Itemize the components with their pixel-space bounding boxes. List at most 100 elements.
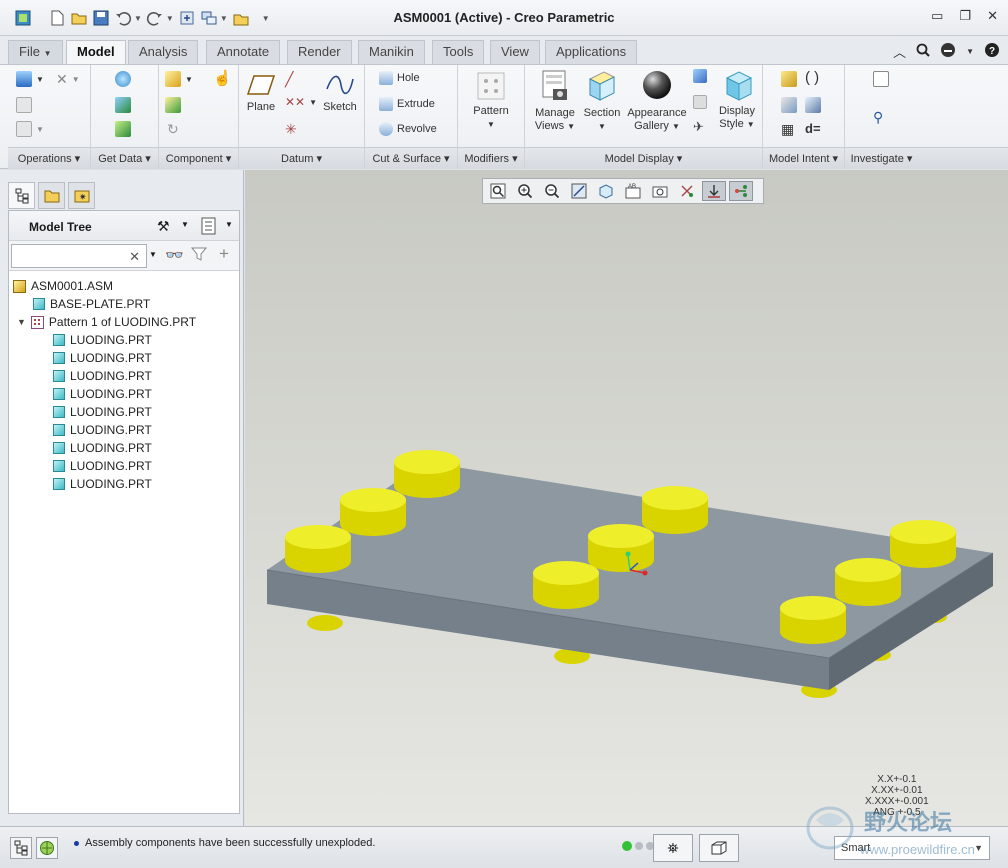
appearance-gallery-button[interactable]: Appearance Gallery ▼ xyxy=(625,69,689,133)
find-binoculars-icon[interactable]: 👓 xyxy=(165,246,184,264)
tab-folder-browser[interactable] xyxy=(38,182,65,209)
assembly-model[interactable] xyxy=(245,170,1008,826)
pattern-button[interactable]: Pattern ▼ xyxy=(468,71,514,131)
toggle-browser-button[interactable] xyxy=(36,837,58,859)
toggle-navigator-button[interactable] xyxy=(10,837,32,859)
find-button[interactable]: ⛯ xyxy=(653,834,693,862)
copy-geometry-button[interactable] xyxy=(115,97,131,113)
cylinder[interactable] xyxy=(835,558,901,606)
tree-node-luoding[interactable]: LUODING.PRT xyxy=(53,457,152,475)
restore-icon[interactable]: ❐ xyxy=(959,8,971,24)
copy-button[interactable] xyxy=(16,97,32,113)
tree-node-luoding[interactable]: LUODING.PRT xyxy=(53,367,152,385)
tab-tools[interactable]: Tools xyxy=(432,40,485,64)
cylinder[interactable] xyxy=(285,525,351,573)
tree-node-luoding[interactable]: LUODING.PRT xyxy=(53,439,152,457)
tab-model-tree[interactable] xyxy=(8,182,35,209)
tree-node-luoding[interactable]: LUODING.PRT xyxy=(53,349,152,367)
select-box-button[interactable] xyxy=(699,834,739,862)
cylinder[interactable] xyxy=(890,520,956,568)
open-icon[interactable] xyxy=(70,9,88,27)
tree-node-luoding[interactable]: LUODING.PRT xyxy=(53,475,152,493)
point-button[interactable]: ✕✕ ▼ xyxy=(285,95,317,109)
drag-components-button[interactable]: ☝ xyxy=(213,69,232,87)
family-table-button[interactable] xyxy=(781,71,797,87)
close-window-icon[interactable] xyxy=(232,9,250,27)
zoom-region-button[interactable] xyxy=(693,69,707,83)
group-label-model-display[interactable]: Model Display ▾ xyxy=(525,147,762,169)
tree-node-base-plate[interactable]: BASE-PLATE.PRT xyxy=(33,295,150,313)
tree-node-luoding[interactable]: LUODING.PRT xyxy=(53,385,152,403)
extrude-button[interactable]: Extrude xyxy=(379,97,435,111)
cylinder[interactable] xyxy=(394,450,460,498)
assemble-button[interactable]: ▼ xyxy=(165,71,193,87)
repeat-button[interactable]: ↻ xyxy=(167,121,179,138)
group-label-cut-surface[interactable]: Cut & Surface ▾ xyxy=(365,147,457,169)
save-icon[interactable] xyxy=(92,9,110,27)
app-logo-icon[interactable] xyxy=(14,9,32,27)
group-label-component[interactable]: Component ▾ xyxy=(159,147,238,169)
close-icon[interactable]: ✕ xyxy=(987,8,998,24)
hole-button[interactable]: Hole xyxy=(379,71,420,85)
tab-favorites[interactable]: ✷ xyxy=(68,182,95,209)
filter-icon[interactable] xyxy=(190,246,208,265)
parameters-button[interactable]: ▦ xyxy=(781,121,794,138)
collapse-ribbon-icon[interactable]: ︿ xyxy=(893,42,906,61)
tree-node-luoding[interactable]: LUODING.PRT xyxy=(53,421,152,439)
cylinder[interactable] xyxy=(533,561,599,609)
shade-icon-button[interactable] xyxy=(693,95,707,109)
revolve-button[interactable]: Revolve xyxy=(379,122,437,136)
group-label-model-intent[interactable]: Model Intent ▾ xyxy=(763,147,844,169)
undo-icon[interactable] xyxy=(114,9,132,27)
tree-search-input[interactable]: ✕ xyxy=(11,244,147,268)
redo-dropdown-icon[interactable]: ▼ xyxy=(166,14,174,23)
tree-show-dropdown-icon[interactable]: ▼ xyxy=(225,220,233,229)
d-equals-button[interactable]: d= xyxy=(805,121,821,136)
windows-icon[interactable] xyxy=(200,9,218,27)
tree-node-root[interactable]: ASM0001.ASM xyxy=(13,277,113,295)
tree-node-pattern[interactable]: ▼ Pattern 1 of LUODING.PRT xyxy=(17,313,196,331)
bill-of-materials-button[interactable] xyxy=(873,71,889,87)
cylinder[interactable] xyxy=(588,524,654,572)
tab-file[interactable]: File ▼ xyxy=(8,40,63,64)
perspective-button[interactable]: ✈ xyxy=(693,119,704,135)
help-icon[interactable]: ? xyxy=(984,42,1000,61)
cylinder[interactable] xyxy=(340,488,406,536)
tree-node-luoding[interactable]: LUODING.PRT xyxy=(53,403,152,421)
group-label-operations[interactable]: Operations ▾ xyxy=(8,147,90,169)
switch-dimensions-button[interactable] xyxy=(805,97,821,113)
cylinder[interactable] xyxy=(642,486,708,534)
new-icon[interactable] xyxy=(48,9,66,27)
selection-filter[interactable]: Smart ▼ xyxy=(834,836,990,860)
user-defined-feature-button[interactable] xyxy=(115,71,131,87)
expand-arrow-icon[interactable]: ▼ xyxy=(17,313,26,331)
tab-manikin[interactable]: Manikin xyxy=(358,40,425,64)
tab-view[interactable]: View xyxy=(490,40,540,64)
undo-dropdown-icon[interactable]: ▼ xyxy=(134,14,142,23)
publish-geometry-button[interactable] xyxy=(781,97,797,113)
axis-button[interactable]: ╱ xyxy=(285,71,293,88)
sketch-button[interactable]: Sketch xyxy=(321,73,359,114)
tab-analysis[interactable]: Analysis xyxy=(128,40,199,64)
group-label-get-data[interactable]: Get Data ▾ xyxy=(91,147,158,169)
shrinkwrap-button[interactable] xyxy=(115,121,131,137)
relations-button[interactable]: ( ) xyxy=(805,69,819,86)
tree-show-icon[interactable] xyxy=(201,217,217,238)
add-icon[interactable]: + xyxy=(219,244,229,264)
tree-settings-dropdown-icon[interactable]: ▼ xyxy=(181,220,189,229)
community-icon[interactable] xyxy=(940,42,956,61)
group-label-investigate[interactable]: Investigate ▾ xyxy=(845,147,918,169)
tab-model[interactable]: Model xyxy=(66,40,126,65)
tree-settings-icon[interactable]: ⚒ xyxy=(157,218,170,235)
group-label-datum[interactable]: Datum ▾ xyxy=(239,147,364,169)
plane-button[interactable]: Plane xyxy=(245,73,277,114)
customize-toolbar-icon[interactable]: ▼ xyxy=(262,14,270,23)
display-style-button[interactable]: Display Style ▼ xyxy=(715,69,759,131)
clear-search-icon[interactable]: ✕ xyxy=(129,249,140,265)
windows-dropdown-icon[interactable]: ▼ xyxy=(220,14,228,23)
reference-viewer-button[interactable]: ⚲ xyxy=(873,109,883,126)
section-button[interactable]: Section ▼ xyxy=(581,69,623,133)
paste-button[interactable]: ▼ xyxy=(16,121,44,137)
regenerate-button[interactable]: ▼ xyxy=(16,71,44,87)
minimize-icon[interactable]: ▭ xyxy=(931,8,943,24)
